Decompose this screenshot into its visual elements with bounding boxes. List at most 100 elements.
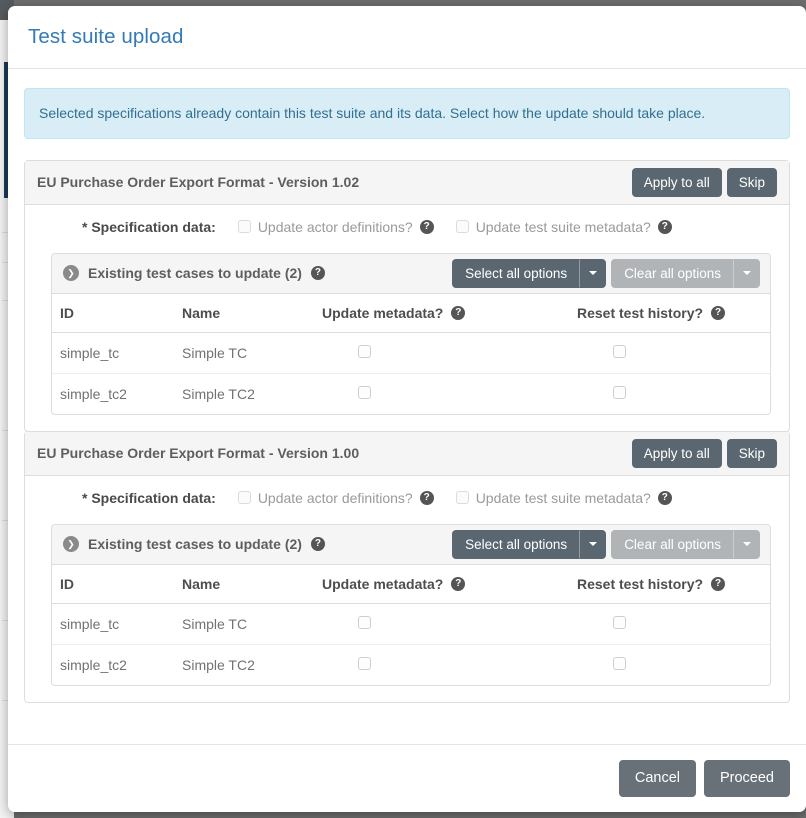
specification-actions: Apply to all Skip bbox=[631, 438, 777, 469]
cell-update-metadata bbox=[322, 644, 577, 685]
help-icon[interactable]: ? bbox=[310, 537, 325, 552]
update-actor-definitions-checkbox[interactable] bbox=[237, 220, 251, 234]
cell-id: simple_tc2 bbox=[60, 656, 127, 673]
update-actor-definitions-option[interactable]: Update actor definitions? ? bbox=[237, 218, 434, 235]
table-header-row: ID Name Update metadata?? Reset test his… bbox=[52, 293, 770, 333]
select-all-options-dropdown-toggle[interactable] bbox=[580, 258, 607, 289]
help-icon[interactable]: ? bbox=[451, 305, 466, 320]
table-row: simple_tc Simple TC bbox=[52, 332, 770, 374]
update-actor-definitions-checkbox[interactable] bbox=[237, 491, 251, 505]
column-header-reset-history: Reset test history?? bbox=[577, 564, 770, 604]
select-all-options-group: Select all options bbox=[452, 258, 607, 289]
select-all-options-button[interactable]: Select all options bbox=[452, 258, 581, 289]
help-icon[interactable]: ? bbox=[657, 219, 672, 234]
chevron-down-icon[interactable]: ❯ bbox=[63, 265, 79, 282]
update-test-suite-metadata-option[interactable]: Update test suite metadata? ? bbox=[455, 490, 672, 506]
cell-update-metadata bbox=[322, 603, 577, 645]
help-icon[interactable]: ? bbox=[419, 219, 434, 234]
test-cases-table: ID Name Update metadata?? Reset test his… bbox=[52, 564, 770, 685]
test-cases-title: Existing test cases to update (2) bbox=[88, 265, 302, 282]
specification-body: * Specification data: Update actor defin… bbox=[25, 205, 789, 431]
proceed-button[interactable]: Proceed bbox=[703, 760, 790, 797]
cell-id: simple_tc2 bbox=[60, 385, 127, 402]
clear-all-options-dropdown-toggle[interactable] bbox=[734, 258, 760, 289]
help-icon[interactable]: ? bbox=[451, 576, 466, 591]
reset-history-checkbox[interactable] bbox=[613, 656, 626, 670]
update-metadata-checkbox[interactable] bbox=[358, 385, 371, 399]
cell-reset-history bbox=[577, 603, 770, 645]
help-icon[interactable]: ? bbox=[711, 305, 726, 320]
reset-history-checkbox[interactable] bbox=[613, 344, 626, 358]
column-header-id-label: ID bbox=[60, 304, 74, 321]
test-cases-actions: Select all options Clear all options bbox=[452, 529, 760, 560]
update-metadata-checkbox[interactable] bbox=[358, 615, 371, 629]
update-metadata-checkbox[interactable] bbox=[358, 656, 371, 670]
column-header-update-metadata: Update metadata?? bbox=[322, 293, 577, 333]
specification-title: EU Purchase Order Export Format - Versio… bbox=[37, 445, 360, 462]
column-header-reset-history: Reset test history?? bbox=[577, 293, 770, 333]
table-head: ID Name Update metadata?? Reset test his… bbox=[52, 293, 770, 333]
column-header-name: Name bbox=[182, 564, 322, 604]
column-header-name-label: Name bbox=[182, 575, 221, 592]
skip-button[interactable]: Skip bbox=[726, 438, 777, 469]
reset-history-checkbox[interactable] bbox=[613, 615, 626, 629]
column-header-id-label: ID bbox=[60, 575, 74, 592]
column-header-id: ID bbox=[52, 564, 182, 604]
test-cases-actions: Select all options Clear all options bbox=[452, 258, 760, 289]
cell-update-metadata bbox=[322, 332, 577, 374]
help-icon[interactable]: ? bbox=[310, 266, 325, 281]
cell-update-metadata bbox=[322, 373, 577, 414]
update-actor-definitions-label: Update actor definitions? bbox=[257, 218, 413, 235]
clear-all-options-button[interactable]: Clear all options bbox=[611, 529, 734, 560]
table-row: simple_tc Simple TC bbox=[52, 603, 770, 645]
update-test-suite-metadata-label: Update test suite metadata? bbox=[475, 218, 651, 235]
cell-reset-history bbox=[577, 373, 770, 414]
select-all-options-button[interactable]: Select all options bbox=[452, 529, 581, 560]
column-header-update-metadata-label: Update metadata? bbox=[322, 304, 444, 321]
test-cases-header-left: ❯ Existing test cases to update (2) ? bbox=[63, 265, 325, 282]
dialog-header: Test suite upload bbox=[8, 6, 806, 69]
table-body: simple_tc Simple TC simple_tc2 Simple TC2 bbox=[52, 332, 770, 414]
reset-history-checkbox[interactable] bbox=[613, 385, 626, 399]
select-all-options-group: Select all options bbox=[452, 529, 607, 560]
update-test-suite-metadata-checkbox[interactable] bbox=[455, 491, 469, 505]
cell-id: simple_tc bbox=[52, 332, 182, 374]
help-icon[interactable]: ? bbox=[657, 490, 672, 505]
specification-panel: EU Purchase Order Export Format - Versio… bbox=[24, 430, 790, 703]
column-header-reset-history-label: Reset test history? bbox=[577, 575, 704, 592]
update-actor-definitions-option[interactable]: Update actor definitions? ? bbox=[237, 489, 434, 506]
test-cases-header-left: ❯ Existing test cases to update (2) ? bbox=[63, 536, 325, 553]
update-actor-definitions-label: Update actor definitions? bbox=[257, 489, 413, 506]
cancel-button[interactable]: Cancel bbox=[618, 760, 696, 797]
cell-name: Simple TC bbox=[182, 332, 322, 374]
clear-all-options-button[interactable]: Clear all options bbox=[611, 258, 734, 289]
column-header-reset-history-label: Reset test history? bbox=[577, 304, 704, 321]
apply-to-all-button[interactable]: Apply to all bbox=[631, 167, 722, 198]
help-icon[interactable]: ? bbox=[419, 490, 434, 505]
clear-all-options-dropdown-toggle[interactable] bbox=[734, 529, 760, 560]
update-test-suite-metadata-option[interactable]: Update test suite metadata? ? bbox=[455, 218, 672, 235]
chevron-down-icon[interactable]: ❯ bbox=[63, 536, 79, 553]
table-header-row: ID Name Update metadata?? Reset test his… bbox=[52, 564, 770, 604]
test-suite-upload-dialog: Test suite upload Selected specification… bbox=[8, 6, 806, 812]
specification-title: EU Purchase Order Export Format - Versio… bbox=[37, 174, 360, 191]
page-title: Test suite upload bbox=[28, 25, 184, 48]
caret-down-icon bbox=[589, 542, 598, 547]
specification-data-label: * Specification data: bbox=[82, 489, 216, 506]
help-icon[interactable]: ? bbox=[711, 576, 726, 591]
cell-reset-history bbox=[577, 332, 770, 374]
test-cases-panel: ❯ Existing test cases to update (2) ? Se… bbox=[51, 252, 771, 415]
table-row: simple_tc2 Simple TC2 bbox=[52, 644, 770, 685]
cell-name: Simple TC2 bbox=[182, 656, 255, 673]
column-header-id: ID bbox=[52, 293, 182, 333]
specification-list: EU Purchase Order Export Format - Versio… bbox=[24, 159, 790, 703]
skip-button[interactable]: Skip bbox=[726, 167, 777, 198]
specification-panel: EU Purchase Order Export Format - Versio… bbox=[24, 159, 790, 432]
test-cases-table: ID Name Update metadata?? Reset test his… bbox=[52, 293, 770, 414]
apply-to-all-button[interactable]: Apply to all bbox=[631, 438, 722, 469]
specification-body: * Specification data: Update actor defin… bbox=[25, 476, 789, 702]
update-metadata-checkbox[interactable] bbox=[358, 344, 371, 358]
column-header-name: Name bbox=[182, 293, 322, 333]
update-test-suite-metadata-checkbox[interactable] bbox=[455, 220, 469, 234]
select-all-options-dropdown-toggle[interactable] bbox=[580, 529, 607, 560]
